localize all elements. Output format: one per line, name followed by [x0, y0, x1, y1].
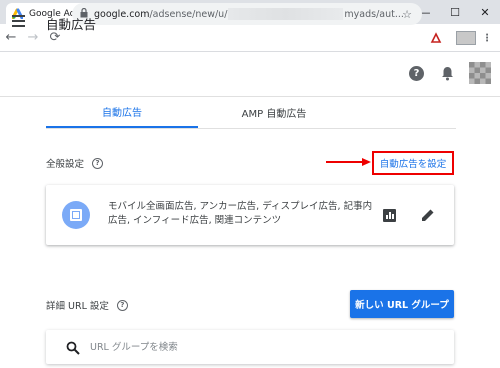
tab-amp-auto-ads[interactable]: AMP 自動広告	[198, 97, 350, 128]
url-help-icon[interactable]: ?	[116, 299, 128, 311]
ad-formats-card: モバイル全画面広告, アンカー広告, ディスプレイ広告, 記事内広告, インフィ…	[46, 185, 454, 245]
new-url-group-button[interactable]: 新しい URL グループ	[350, 290, 454, 318]
search-icon	[66, 340, 80, 355]
avatar[interactable]	[469, 62, 491, 84]
forward-icon[interactable]: →	[22, 30, 44, 45]
ad-format-icon	[62, 201, 90, 229]
notifications-bell-icon[interactable]	[441, 66, 454, 81]
url-host: google.com	[94, 8, 150, 20]
back-icon[interactable]: ←	[0, 30, 22, 45]
bar-chart-icon[interactable]	[383, 209, 396, 222]
profile-extension-icon[interactable]	[455, 29, 477, 47]
page-title: 自動広告	[46, 17, 97, 32]
url-group-search	[46, 330, 454, 364]
url-path-start: /adsense/new/u/	[149, 8, 228, 20]
redacted-url-segment	[228, 8, 344, 20]
window-close-icon[interactable]: ✕	[470, 0, 500, 24]
red-arrow-annotation	[326, 158, 372, 166]
general-help-icon[interactable]: ?	[92, 157, 104, 169]
window-controls: — ☐ ✕	[410, 0, 500, 24]
general-settings-label: 全般設定	[46, 159, 85, 170]
bookmark-star-icon[interactable]: ☆	[402, 8, 412, 21]
url-settings-heading: 詳細 URL 設定 ?	[46, 298, 128, 312]
help-icon[interactable]: ?	[409, 66, 424, 81]
url-settings-label: 詳細 URL 設定	[46, 301, 109, 312]
tab-auto-ads[interactable]: 自動広告	[46, 97, 198, 128]
ad-type-tabs: 自動広告 AMP 自動広告	[46, 97, 456, 129]
address-bar[interactable]: google.com /adsense/new/u/ myads/aut... …	[72, 3, 422, 25]
url-path-end: myads/aut...	[344, 8, 404, 20]
maximize-icon[interactable]: ☐	[440, 0, 470, 24]
configure-auto-ads-link[interactable]: 自動広告を設定	[372, 151, 454, 175]
search-input[interactable]	[90, 339, 390, 355]
ad-formats-description: モバイル全画面広告, アンカー広告, ディスプレイ広告, 記事内広告, インフィ…	[108, 201, 373, 226]
browser-menu-icon[interactable]: ⋮	[481, 29, 493, 47]
edit-pencil-icon[interactable]	[420, 207, 436, 223]
general-settings-heading: 全般設定 ?	[46, 156, 104, 170]
menu-icon[interactable]	[12, 15, 25, 27]
pdf-extension-icon[interactable]	[428, 29, 444, 47]
